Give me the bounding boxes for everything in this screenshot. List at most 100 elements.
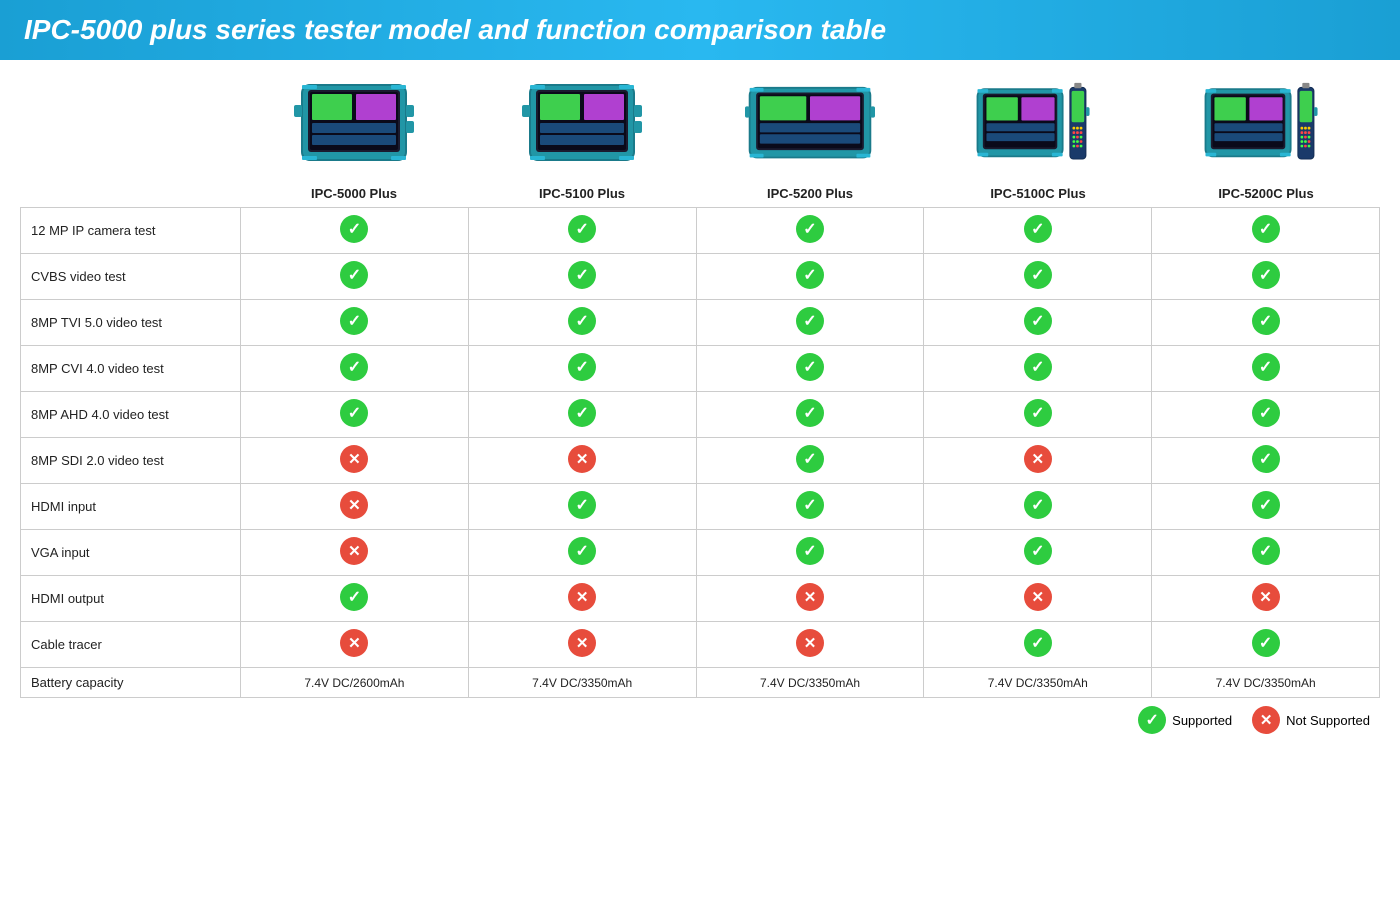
check-icon bbox=[568, 353, 596, 381]
product-ipc5200cplus: IPC-5200C Plus bbox=[1152, 70, 1380, 201]
feature-value bbox=[468, 530, 696, 576]
check-icon bbox=[340, 215, 368, 243]
feature-value bbox=[696, 208, 924, 254]
table-row: 12 MP IP camera test bbox=[21, 208, 1380, 254]
feature-value bbox=[468, 254, 696, 300]
battery-value: 7.4V DC/3350mAh bbox=[1216, 676, 1316, 690]
legend: Supported Not Supported bbox=[20, 706, 1380, 734]
feature-value bbox=[468, 484, 696, 530]
feature-value bbox=[1152, 576, 1380, 622]
product-ipc5100plus: IPC-5100 Plus bbox=[468, 70, 696, 201]
check-icon bbox=[796, 537, 824, 565]
feature-value bbox=[924, 208, 1152, 254]
product-image-ipc5200cplus bbox=[1201, 70, 1331, 180]
check-icon bbox=[1252, 261, 1280, 289]
legend-cross-icon bbox=[1252, 706, 1280, 734]
legend-supported: Supported bbox=[1138, 706, 1232, 734]
feature-value: 7.4V DC/2600mAh bbox=[241, 668, 469, 698]
feature-value bbox=[1152, 438, 1380, 484]
check-icon bbox=[568, 537, 596, 565]
check-icon bbox=[568, 307, 596, 335]
cross-icon bbox=[1024, 445, 1052, 473]
feature-value bbox=[1152, 530, 1380, 576]
feature-value bbox=[241, 208, 469, 254]
cross-icon bbox=[340, 537, 368, 565]
feature-name: 12 MP IP camera test bbox=[21, 208, 241, 254]
cross-icon bbox=[568, 629, 596, 657]
check-icon bbox=[340, 307, 368, 335]
table-row: 8MP AHD 4.0 video test bbox=[21, 392, 1380, 438]
check-icon bbox=[1252, 215, 1280, 243]
feature-value: 7.4V DC/3350mAh bbox=[1152, 668, 1380, 698]
check-icon bbox=[796, 399, 824, 427]
feature-value bbox=[696, 254, 924, 300]
feature-value bbox=[696, 438, 924, 484]
check-icon bbox=[1252, 307, 1280, 335]
table-row: 8MP CVI 4.0 video test bbox=[21, 346, 1380, 392]
products-row: IPC-5000 Plus bbox=[240, 70, 1380, 201]
feature-value bbox=[241, 254, 469, 300]
feature-value bbox=[468, 300, 696, 346]
table-row: 8MP SDI 2.0 video test bbox=[21, 438, 1380, 484]
check-icon bbox=[340, 261, 368, 289]
product-image-ipc5100plus bbox=[517, 70, 647, 180]
check-icon bbox=[1252, 629, 1280, 657]
check-icon bbox=[1024, 537, 1052, 565]
feature-name: 8MP AHD 4.0 video test bbox=[21, 392, 241, 438]
check-icon bbox=[568, 215, 596, 243]
check-icon bbox=[568, 261, 596, 289]
product-ipc5000plus: IPC-5000 Plus bbox=[240, 70, 468, 201]
battery-value: 7.4V DC/3350mAh bbox=[988, 676, 1088, 690]
feature-value bbox=[468, 392, 696, 438]
product-image-ipc5000plus bbox=[289, 70, 419, 180]
product-image-ipc5200plus bbox=[745, 70, 875, 180]
check-icon bbox=[1252, 353, 1280, 381]
product-image-ipc5100cplus bbox=[973, 70, 1103, 180]
check-icon bbox=[1024, 491, 1052, 519]
legend-not-supported-label: Not Supported bbox=[1286, 713, 1370, 728]
product-ipc5100cplus: IPC-5100C Plus bbox=[924, 70, 1152, 201]
check-icon bbox=[796, 307, 824, 335]
feature-value bbox=[468, 622, 696, 668]
cross-icon bbox=[1024, 583, 1052, 611]
feature-value bbox=[696, 576, 924, 622]
feature-value bbox=[924, 254, 1152, 300]
feature-value bbox=[696, 300, 924, 346]
check-icon bbox=[796, 491, 824, 519]
feature-name: VGA input bbox=[21, 530, 241, 576]
feature-name: 8MP CVI 4.0 video test bbox=[21, 346, 241, 392]
page-title: IPC-5000 plus series tester model and fu… bbox=[24, 14, 1376, 46]
feature-value bbox=[1152, 484, 1380, 530]
table-row: HDMI input bbox=[21, 484, 1380, 530]
cross-icon bbox=[340, 445, 368, 473]
cross-icon bbox=[568, 583, 596, 611]
check-icon bbox=[796, 261, 824, 289]
feature-value bbox=[1152, 300, 1380, 346]
check-icon bbox=[1252, 399, 1280, 427]
table-row: HDMI output bbox=[21, 576, 1380, 622]
check-icon bbox=[340, 583, 368, 611]
feature-value bbox=[1152, 208, 1380, 254]
check-icon bbox=[1024, 353, 1052, 381]
feature-value bbox=[468, 438, 696, 484]
product-label-ipc5100plus: IPC-5100 Plus bbox=[539, 186, 625, 201]
check-icon bbox=[1024, 399, 1052, 427]
cross-icon bbox=[796, 583, 824, 611]
feature-value bbox=[468, 346, 696, 392]
feature-name: 8MP SDI 2.0 video test bbox=[21, 438, 241, 484]
feature-value bbox=[924, 300, 1152, 346]
feature-name: HDMI output bbox=[21, 576, 241, 622]
page-header: IPC-5000 plus series tester model and fu… bbox=[0, 0, 1400, 60]
feature-value bbox=[924, 622, 1152, 668]
comparison-table: 12 MP IP camera testCVBS video test8MP T… bbox=[20, 207, 1380, 698]
check-icon bbox=[340, 399, 368, 427]
feature-value bbox=[924, 392, 1152, 438]
product-ipc5200plus: IPC-5200 Plus bbox=[696, 70, 924, 201]
battery-value: 7.4V DC/3350mAh bbox=[760, 676, 860, 690]
legend-not-supported: Not Supported bbox=[1252, 706, 1370, 734]
check-icon bbox=[796, 353, 824, 381]
feature-value bbox=[468, 208, 696, 254]
legend-supported-label: Supported bbox=[1172, 713, 1232, 728]
check-icon bbox=[1024, 215, 1052, 243]
cross-icon bbox=[568, 445, 596, 473]
